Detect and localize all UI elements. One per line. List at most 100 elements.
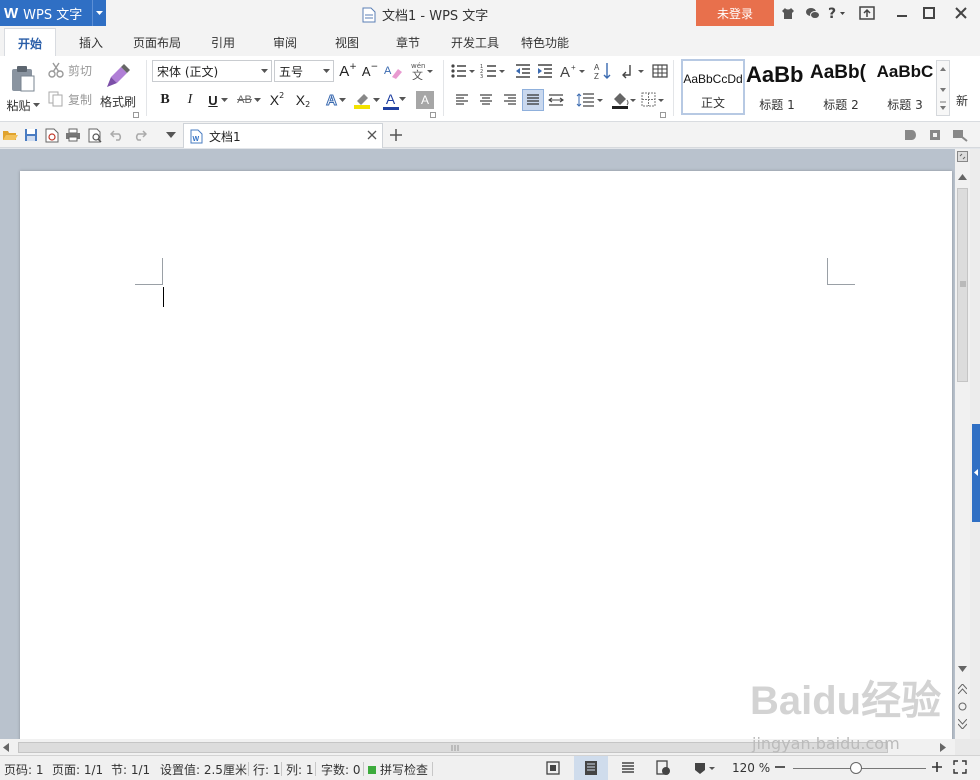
login-button[interactable]: 未登录 (696, 0, 774, 26)
open-folder-icon[interactable] (0, 125, 20, 145)
clear-format-button[interactable]: A (383, 61, 403, 81)
doc-info-icon[interactable] (925, 125, 945, 145)
zoom-slider-knob[interactable] (849, 762, 862, 774)
app-menu-button[interactable]: W WPS 文字 (0, 0, 106, 26)
zoom-percent[interactable]: 120 % (732, 761, 770, 775)
strikethrough-button[interactable]: AB (235, 90, 263, 110)
document-page[interactable] (20, 171, 952, 746)
chevron-down-icon[interactable] (92, 0, 106, 26)
vertical-scroll-thumb[interactable] (957, 188, 968, 382)
font-family-select[interactable]: 宋体 (正文) (152, 60, 272, 82)
bullets-button[interactable] (449, 61, 477, 81)
align-center-button[interactable] (476, 90, 496, 110)
outline-view-icon[interactable] (620, 760, 636, 776)
scroll-down-arrow-icon[interactable] (958, 666, 967, 672)
status-word-count[interactable]: 字数: 0 (321, 761, 361, 778)
format-painter-button[interactable]: 格式刷 (98, 60, 138, 112)
font-dialog-launcher-icon[interactable] (430, 112, 436, 118)
close-icon[interactable] (950, 3, 972, 23)
tab-developer[interactable]: 开发工具 (444, 28, 506, 57)
export-pdf-icon[interactable] (42, 125, 62, 145)
distribute-button[interactable] (546, 90, 566, 110)
align-right-button[interactable] (500, 90, 520, 110)
close-tab-icon[interactable] (367, 130, 377, 140)
document-tab[interactable]: W 文档1 (183, 123, 383, 148)
bold-button[interactable]: B (156, 90, 174, 110)
next-page-icon[interactable] (958, 719, 967, 729)
justify-button[interactable] (522, 89, 544, 111)
borders-button[interactable] (640, 90, 668, 110)
tab-insert[interactable]: 插入 (70, 28, 112, 57)
font-size-select[interactable]: 五号 (274, 60, 334, 82)
styles-gallery-scroll[interactable] (936, 60, 950, 116)
font-color-button[interactable]: A (382, 90, 410, 110)
char-shading-button[interactable]: A (416, 91, 434, 109)
paragraph-shading-button[interactable] (610, 90, 638, 110)
change-case-button[interactable]: A + (559, 61, 587, 81)
scroll-right-arrow-icon[interactable] (940, 743, 946, 752)
fit-window-icon[interactable] (953, 760, 967, 774)
new-tab-plus-icon[interactable] (386, 125, 406, 145)
page-view-icon[interactable] (574, 756, 608, 780)
print-preview-icon[interactable] (85, 125, 105, 145)
phonetic-guide-button[interactable]: wén 文 (408, 59, 436, 81)
customize-toolbar-chevron-down-icon[interactable] (161, 125, 181, 145)
show-marks-button[interactable] (620, 61, 648, 81)
cut-button[interactable]: 剪切 (48, 60, 96, 80)
redo-icon[interactable] (130, 125, 150, 145)
zoom-out-icon[interactable] (774, 760, 786, 774)
tab-view[interactable]: 视图 (326, 28, 368, 57)
decrease-indent-button[interactable] (513, 61, 533, 81)
tab-review[interactable]: 审阅 (264, 28, 306, 57)
superscript-button[interactable]: X2 (266, 90, 288, 110)
paste-button[interactable]: 粘贴 (4, 60, 42, 118)
clipboard-dialog-launcher-icon[interactable] (133, 112, 139, 118)
style-heading-3[interactable]: AaBbC 标题 3 (873, 59, 937, 115)
doc-mode-icon[interactable] (900, 125, 920, 145)
chat-icon[interactable] (801, 3, 823, 23)
highlight-button[interactable] (352, 90, 380, 110)
web-view-icon[interactable] (655, 760, 671, 776)
style-normal[interactable]: AaBbCcDd 正文 (681, 59, 745, 115)
tab-home[interactable]: 开始 (4, 28, 56, 57)
text-effect-button[interactable]: A (322, 90, 350, 110)
style-heading-1[interactable]: AaBb 标题 1 (745, 59, 809, 115)
split-view-icon[interactable] (957, 151, 968, 162)
previous-page-icon[interactable] (958, 684, 967, 694)
tab-special-features[interactable]: 特色功能 (514, 28, 576, 57)
horizontal-scroll-thumb[interactable] (18, 742, 888, 753)
eye-care-mode-icon[interactable] (692, 760, 716, 776)
minimize-icon[interactable] (891, 3, 913, 23)
subscript-button[interactable]: X2 (292, 90, 314, 110)
grow-font-button[interactable]: A + (338, 61, 358, 81)
copy-button[interactable]: 复制 (48, 89, 96, 109)
save-icon[interactable] (21, 125, 41, 145)
tab-page-layout[interactable]: 页面布局 (126, 28, 188, 57)
browse-object-icon[interactable] (958, 702, 967, 711)
tab-references[interactable]: 引用 (202, 28, 244, 57)
task-pane-toggle[interactable] (972, 424, 980, 522)
doc-comment-icon[interactable] (950, 125, 970, 145)
shrink-font-button[interactable]: A − (360, 61, 380, 81)
scroll-left-arrow-icon[interactable] (3, 743, 9, 752)
ribbon-collapse-icon[interactable] (856, 3, 878, 23)
sort-button[interactable]: AZ (592, 61, 614, 81)
skin-icon[interactable] (777, 3, 799, 23)
style-heading-2[interactable]: AaBb( 标题 2 (809, 59, 873, 115)
undo-icon[interactable] (107, 125, 127, 145)
paragraph-dialog-launcher-icon[interactable] (660, 112, 666, 118)
maximize-icon[interactable] (918, 3, 940, 23)
tab-chapter[interactable]: 章节 (387, 28, 429, 57)
underline-button[interactable]: U (204, 90, 232, 110)
increase-indent-button[interactable] (535, 61, 555, 81)
italic-button[interactable]: I (181, 90, 199, 110)
scroll-up-arrow-icon[interactable] (958, 174, 967, 180)
zoom-in-icon[interactable] (931, 760, 943, 774)
print-icon[interactable] (63, 125, 83, 145)
numbering-button[interactable]: 123 (479, 61, 507, 81)
full-screen-view-icon[interactable] (545, 760, 561, 776)
spell-check-toggle[interactable]: 拼写检查 (368, 761, 428, 778)
new-style-button[interactable]: 新 (952, 90, 980, 110)
align-left-button[interactable] (452, 90, 472, 110)
line-spacing-button[interactable] (575, 90, 605, 110)
